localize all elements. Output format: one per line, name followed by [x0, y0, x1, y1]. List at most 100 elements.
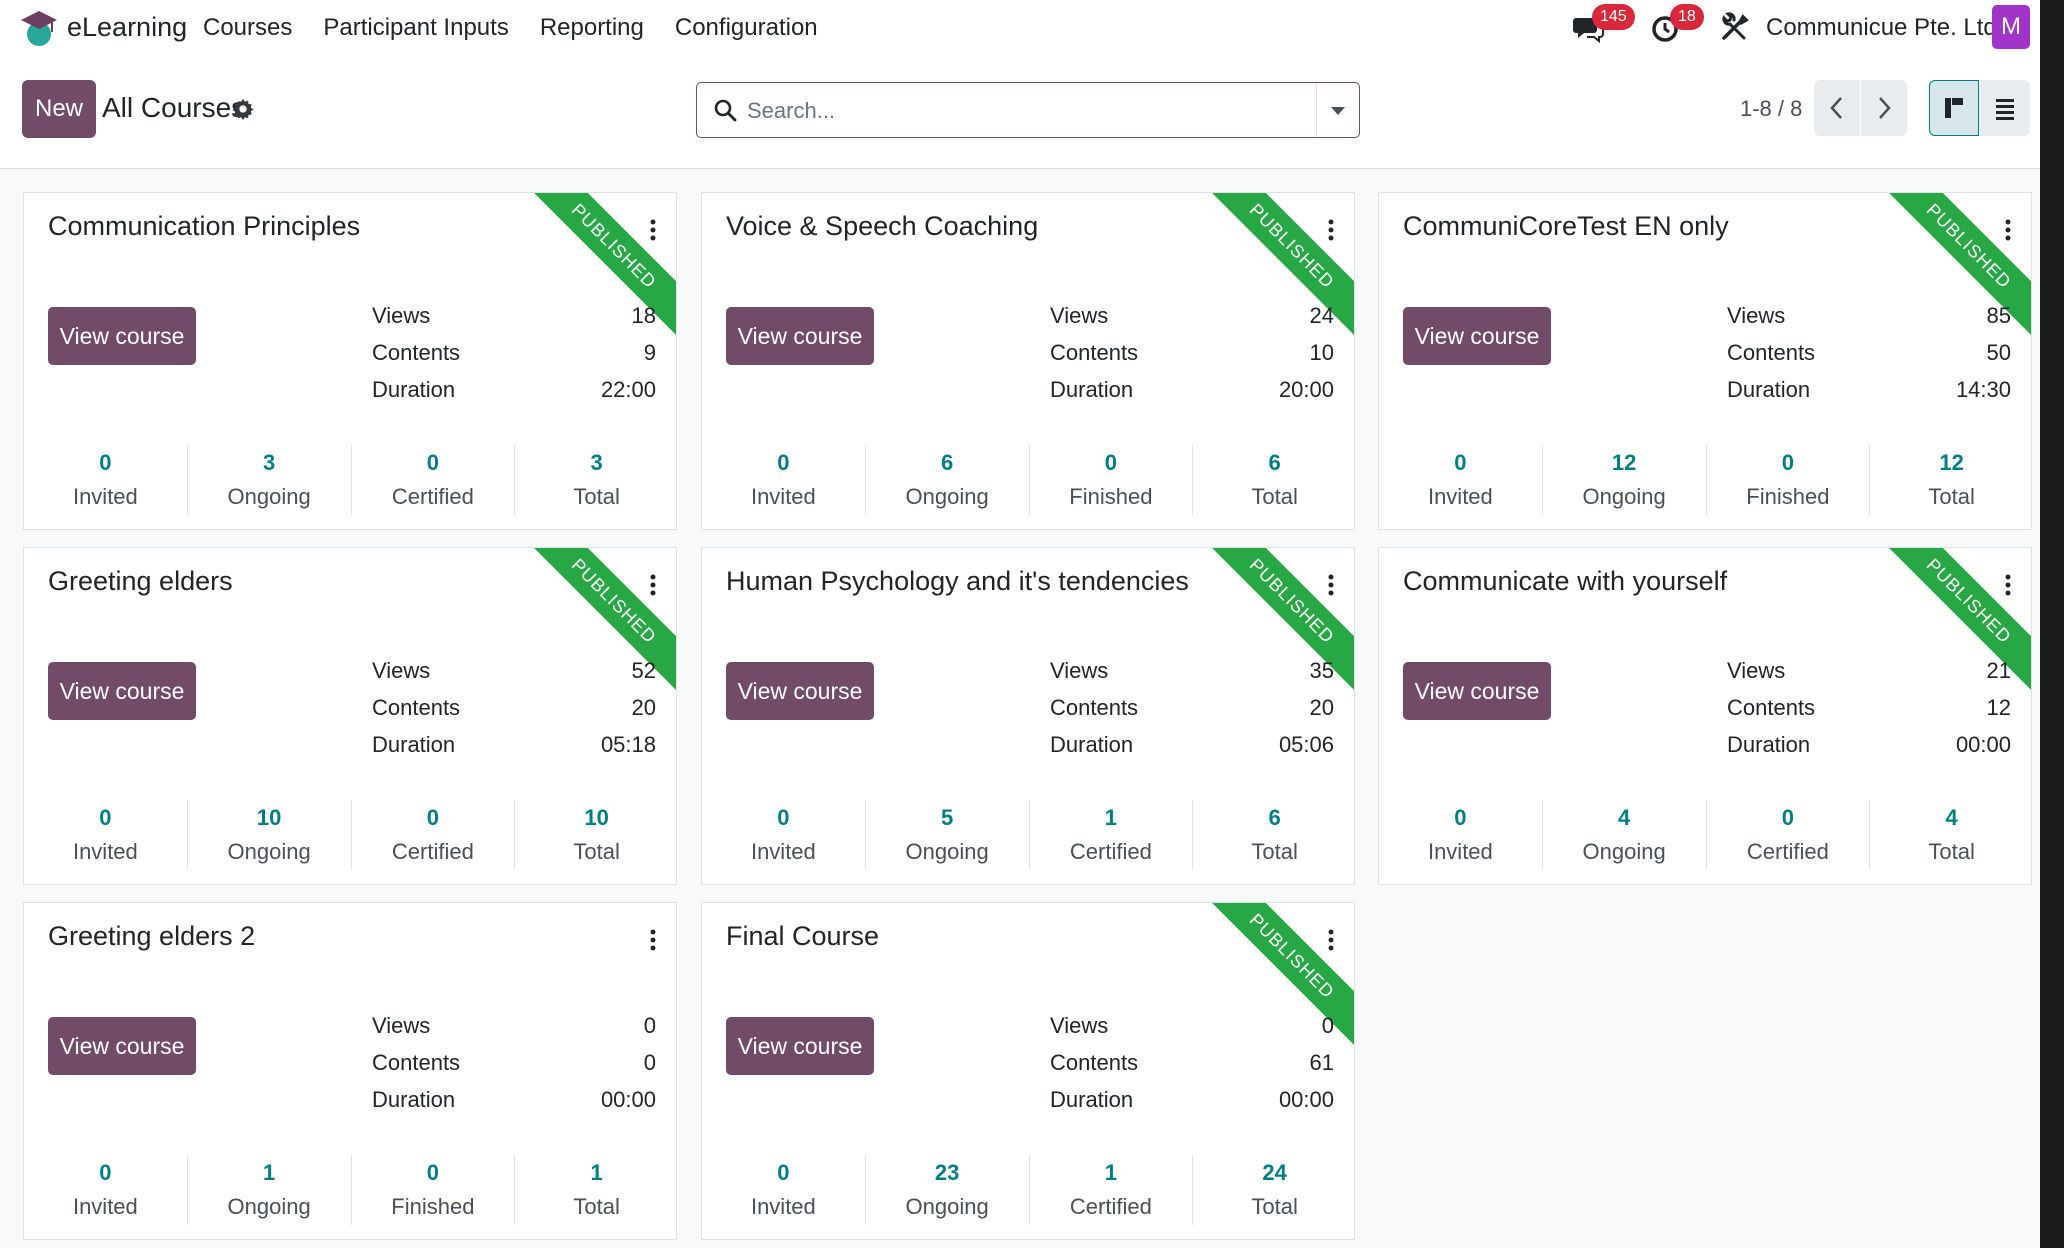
stat-row: Duration 14:30	[1727, 377, 2011, 414]
counter-finished[interactable]: 0 Finished	[1705, 445, 1870, 515]
counter-finished[interactable]: 0 Finished	[350, 1155, 515, 1225]
view-course-button[interactable]: View course	[726, 662, 874, 720]
course-stats: Views 18 Contents 9 Duration 22:00	[372, 303, 656, 414]
counter-total[interactable]: 3 Total	[514, 445, 676, 515]
kebab-menu-icon[interactable]	[2005, 219, 2011, 241]
counter-invited[interactable]: 0 Invited	[702, 1155, 865, 1225]
course-card[interactable]: CommuniCoreTest EN only PUBLISHED View cou…	[1378, 192, 2032, 530]
elearning-logo-icon[interactable]	[20, 8, 58, 48]
counter-certified[interactable]: 0 Certified	[350, 445, 515, 515]
user-avatar[interactable]: M	[1992, 5, 2030, 49]
course-card[interactable]: Communicate with yourself PUBLISHED View c…	[1378, 547, 2032, 885]
app-name[interactable]: eLearning	[67, 12, 187, 43]
pager-next-button[interactable]	[1861, 80, 1907, 136]
stat-row: Contents 9	[372, 340, 656, 377]
pager-previous-button[interactable]	[1814, 80, 1860, 136]
counter-invited[interactable]: 0 Invited	[24, 800, 187, 870]
search-input[interactable]	[745, 89, 1309, 133]
stat-row: Views 85	[1727, 303, 2011, 340]
search-bar	[696, 82, 1360, 138]
counter-total[interactable]: 1 Total	[514, 1155, 676, 1225]
stat-label: Views	[1727, 658, 1786, 683]
kebab-menu-icon[interactable]	[650, 929, 656, 951]
counter-ongoing[interactable]: 1 Ongoing	[186, 1155, 351, 1225]
counter-ongoing[interactable]: 23 Ongoing	[864, 1155, 1029, 1225]
counter-finished[interactable]: 0 Finished	[1028, 445, 1193, 515]
counter-total[interactable]: 6 Total	[1192, 800, 1354, 870]
course-title[interactable]: Communicate with yourself	[1403, 566, 1727, 597]
counter-certified[interactable]: 0 Certified	[1705, 800, 1870, 870]
counter-invited[interactable]: 0 Invited	[1379, 445, 1542, 515]
search-options-toggle[interactable]	[1316, 83, 1359, 137]
counter-value: 6	[941, 450, 954, 475]
course-card[interactable]: Communication Principles PUBLISHED View co…	[23, 192, 677, 530]
view-course-button[interactable]: View course	[726, 307, 874, 365]
list-view-button[interactable]	[1980, 80, 2030, 136]
counter-certified[interactable]: 1 Certified	[1028, 800, 1193, 870]
kanban-view-button[interactable]	[1929, 80, 1979, 136]
menu-participant-inputs[interactable]: Participant Inputs	[323, 14, 508, 42]
course-card[interactable]: Greeting elders 2 View course Views 0 Conten…	[23, 902, 677, 1240]
view-course-button[interactable]: View course	[726, 1017, 874, 1075]
course-stats: Views 21 Contents 12 Duration 00:00	[1727, 658, 2011, 769]
view-course-button[interactable]: View course	[48, 1017, 196, 1075]
counter-total[interactable]: 12 Total	[1869, 445, 2031, 515]
course-title[interactable]: CommuniCoreTest EN only	[1403, 211, 1729, 242]
kebab-menu-icon[interactable]	[650, 574, 656, 596]
menu-configuration[interactable]: Configuration	[675, 14, 818, 42]
window-edge	[2040, 0, 2064, 1248]
counter-certified[interactable]: 1 Certified	[1028, 1155, 1193, 1225]
view-course-button[interactable]: View course	[48, 307, 196, 365]
course-title[interactable]: Greeting elders	[48, 566, 233, 597]
counter-ongoing[interactable]: 5 Ongoing	[864, 800, 1029, 870]
stat-value: 00:00	[1955, 732, 2011, 757]
menu-reporting[interactable]: Reporting	[540, 14, 644, 42]
counter-ongoing[interactable]: 3 Ongoing	[186, 445, 351, 515]
pager-value[interactable]: 1-8 / 8	[1740, 96, 1802, 122]
counter-invited[interactable]: 0 Invited	[1379, 800, 1542, 870]
counter-label: Total	[573, 484, 620, 509]
course-card[interactable]: Final Course PUBLISHED View course Views 0 Co…	[701, 902, 1355, 1240]
counter-total[interactable]: 4 Total	[1869, 800, 2031, 870]
counter-value: 0	[1104, 450, 1117, 475]
kebab-menu-icon[interactable]	[1328, 219, 1334, 241]
course-stats: Views 24 Contents 10 Duration 20:00	[1050, 303, 1334, 414]
company-switcher[interactable]: Communicue Pte. Ltd.	[1766, 14, 2003, 42]
counter-certified[interactable]: 0 Certified	[350, 800, 515, 870]
stat-value: 00:00	[600, 1087, 656, 1112]
counter-invited[interactable]: 0 Invited	[24, 445, 187, 515]
course-card[interactable]: Voice & Speech Coaching PUBLISHED View cou…	[701, 192, 1355, 530]
course-card[interactable]: Human Psychology and it's tendencies PUBL…	[701, 547, 1355, 885]
course-title[interactable]: Greeting elders 2	[48, 921, 255, 952]
gear-icon[interactable]	[232, 98, 254, 120]
counter-ongoing[interactable]: 4 Ongoing	[1541, 800, 1706, 870]
kebab-menu-icon[interactable]	[1328, 574, 1334, 596]
counter-total[interactable]: 10 Total	[514, 800, 676, 870]
counter-invited[interactable]: 0 Invited	[24, 1155, 187, 1225]
counter-invited[interactable]: 0 Invited	[702, 445, 865, 515]
counter-ongoing[interactable]: 6 Ongoing	[864, 445, 1029, 515]
counter-label: Total	[573, 1194, 620, 1219]
kebab-menu-icon[interactable]	[650, 219, 656, 241]
counter-label: Ongoing	[227, 484, 311, 509]
new-button[interactable]: New	[22, 80, 96, 138]
kebab-menu-icon[interactable]	[2005, 574, 2011, 596]
counter-ongoing[interactable]: 12 Ongoing	[1541, 445, 1706, 515]
counter-total[interactable]: 6 Total	[1192, 445, 1354, 515]
view-course-button[interactable]: View course	[48, 662, 196, 720]
counter-ongoing[interactable]: 10 Ongoing	[186, 800, 351, 870]
course-title[interactable]: Human Psychology and it's tendencies	[726, 566, 1189, 597]
view-course-button[interactable]: View course	[1403, 662, 1551, 720]
kebab-menu-icon[interactable]	[1328, 929, 1334, 951]
tools-icon[interactable]	[1718, 12, 1750, 44]
menu-courses[interactable]: Courses	[203, 14, 292, 42]
counter-total[interactable]: 24 Total	[1192, 1155, 1354, 1225]
counter-invited[interactable]: 0 Invited	[702, 800, 865, 870]
stat-label: Contents	[372, 695, 461, 720]
course-title[interactable]: Final Course	[726, 921, 879, 952]
course-title[interactable]: Communication Principles	[48, 211, 360, 242]
course-card[interactable]: Greeting elders PUBLISHED View course Views…	[23, 547, 677, 885]
course-title[interactable]: Voice & Speech Coaching	[726, 211, 1038, 242]
view-course-button[interactable]: View course	[1403, 307, 1551, 365]
stat-row: Views 24	[1050, 303, 1334, 340]
